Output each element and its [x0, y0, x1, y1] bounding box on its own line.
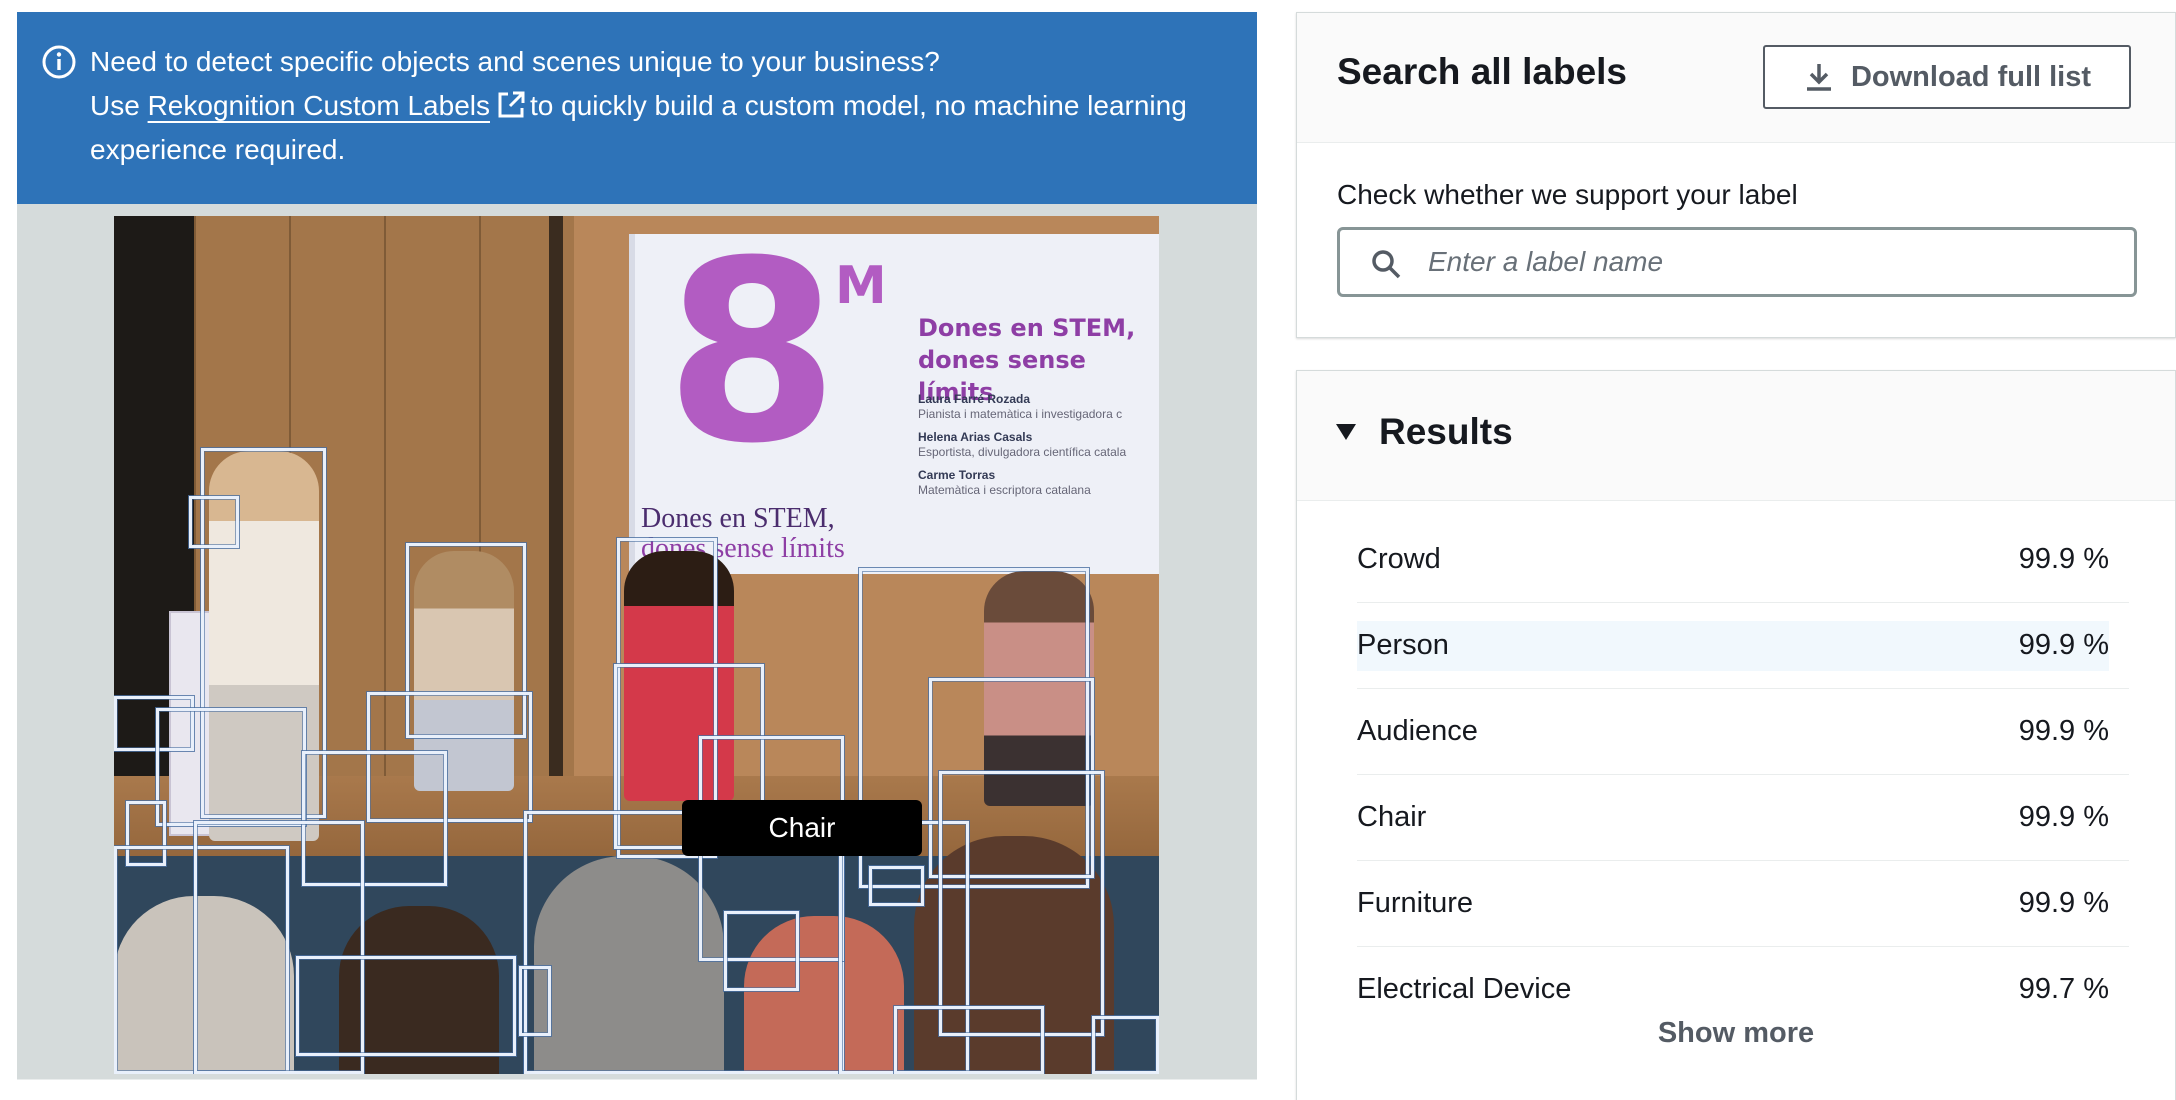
bounding-box[interactable] — [156, 708, 306, 826]
bounding-box[interactable] — [296, 956, 516, 1056]
result-confidence: 99.7 % — [2018, 973, 2109, 1005]
speaker-role: Matemàtica i escriptora catalana — [918, 483, 1091, 497]
result-row[interactable]: Crowd 99.9 % — [1357, 517, 2129, 603]
result-label: Crowd — [1357, 543, 1441, 575]
result-confidence: 99.9 % — [2018, 801, 2109, 833]
row-highlight — [1357, 621, 2109, 671]
result-label: Chair — [1357, 801, 1427, 833]
bounding-box[interactable] — [1092, 1016, 1159, 1074]
external-link-icon[interactable] — [496, 90, 526, 120]
download-button-label: Download full list — [1850, 60, 2092, 93]
result-confidence: 99.9 % — [2018, 715, 2109, 747]
analyzed-image: 8 M Dones en STEM, dones sense límits La… — [114, 216, 1159, 1074]
row-highlight — [1357, 793, 2109, 843]
result-row[interactable]: Furniture 99.9 % — [1357, 861, 2129, 947]
download-icon — [1806, 64, 1831, 91]
bounding-box[interactable] — [894, 1006, 1044, 1074]
bounding-box[interactable] — [189, 496, 239, 548]
image-footer — [17, 1079, 1257, 1100]
result-label: Audience — [1357, 715, 1478, 747]
check-label: Check whether we support your label — [1337, 179, 1798, 210]
results-list: Crowd 99.9 % Person 99.9 % Audience 99.9… — [1357, 517, 2129, 1033]
bounding-box[interactable] — [724, 911, 799, 991]
image-viewport: 8 M Dones en STEM, dones sense límits La… — [17, 204, 1257, 1079]
results-header-toggle[interactable]: Results — [1297, 371, 2175, 501]
speaker-role: Pianista i matemàtica i investigadora c — [918, 407, 1123, 421]
caret-down-icon[interactable] — [1335, 422, 1357, 442]
slide-footer-line-1: Dones en STEM, — [641, 503, 835, 534]
result-row[interactable]: Person 99.9 % — [1357, 603, 2129, 689]
result-row[interactable]: Chair 99.9 % — [1357, 775, 2129, 861]
speaker-name: Carme Torras — [918, 468, 996, 482]
speaker-name: Helena Arias Casals — [918, 430, 1033, 444]
bounding-box[interactable] — [519, 966, 551, 1036]
label-search-input[interactable] — [1428, 238, 2118, 286]
result-confidence: 99.9 % — [2018, 887, 2109, 919]
speaker-name: Laura Farré Rozada — [918, 392, 1031, 406]
results-card: Results Crowd 99.9 % Person 99.9 % Audie… — [1296, 370, 2176, 1100]
projection-screen: 8 M Dones en STEM, dones sense límits La… — [629, 228, 1159, 574]
show-more-button[interactable]: Show more — [1297, 1017, 2175, 1050]
bounding-box[interactable] — [869, 866, 924, 906]
banner-text: Need to detect specific objects and scen… — [90, 40, 1240, 172]
search-header: Search all labels Download full list — [1297, 13, 2175, 143]
info-icon — [42, 45, 76, 79]
banner-line-1: Need to detect specific objects and scen… — [90, 46, 940, 77]
result-confidence: 99.9 % — [2018, 543, 2109, 575]
slide-number: 8 — [665, 216, 839, 498]
result-label: Person — [1357, 629, 1449, 661]
result-row[interactable]: Audience 99.9 % — [1357, 689, 2129, 775]
bounding-box[interactable] — [939, 771, 1104, 1036]
slide-speakers: Laura Farré Rozada Pianista i matemàtica… — [918, 392, 1159, 498]
result-confidence: 99.9 % — [2018, 629, 2109, 661]
speaker-role: Esportista, divulgadora científica catal… — [918, 445, 1127, 459]
search-icon — [1372, 250, 1401, 279]
chair-tooltip: Chair — [682, 800, 922, 856]
row-highlight — [1357, 535, 2109, 585]
banner-prefix: Use — [90, 90, 140, 121]
dark-pillar — [549, 216, 563, 776]
result-label: Electrical Device — [1357, 973, 1572, 1005]
download-full-list-button[interactable]: Download full list — [1763, 45, 2131, 109]
results-title: Results — [1379, 411, 1513, 452]
custom-labels-link[interactable]: Rekognition Custom Labels — [148, 90, 490, 121]
image-panel: Need to detect specific objects and scen… — [17, 12, 1257, 1100]
search-labels-card: Search all labels Download full list Che… — [1296, 12, 2176, 338]
label-search-field[interactable] — [1337, 227, 2137, 297]
result-label: Furniture — [1357, 887, 1474, 919]
slide-superscript: M — [835, 256, 887, 316]
search-title: Search all labels — [1337, 51, 1628, 92]
banner-line-2: Use Rekognition Custom Labels to quickly… — [90, 84, 1240, 172]
info-banner: Need to detect specific objects and scen… — [17, 12, 1257, 204]
